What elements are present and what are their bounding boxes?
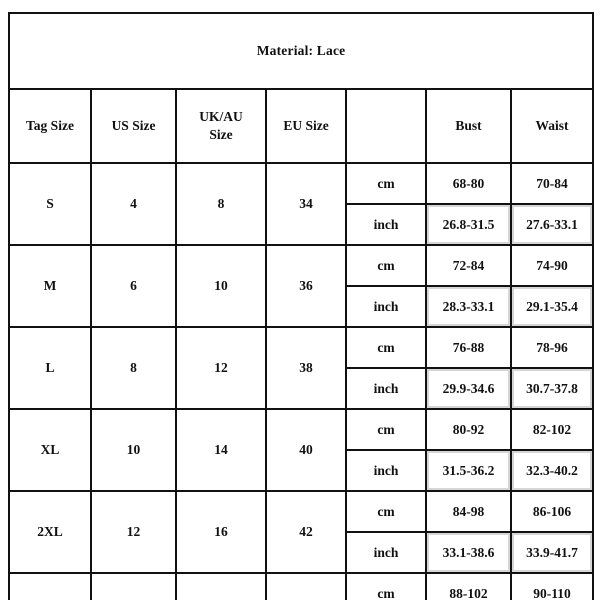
header-row: Tag Size US Size UK/AU Size EU Size Bust… [8, 88, 595, 164]
cell-eu-size: 36 [265, 244, 347, 328]
column-header-eu-size: EU Size [265, 88, 347, 164]
cell-bust-inch: 29.9-34.6 [425, 367, 512, 410]
column-header-unit [345, 88, 427, 164]
cell-bust-cm: 80-92 [425, 408, 512, 451]
cell-unit-cm: cm [345, 408, 427, 451]
cell-unit-cm: cm [345, 244, 427, 287]
column-header-us-size: US Size [90, 88, 177, 164]
size-chart-table: Material: Lace Tag Size US Size UK/AU Si… [7, 12, 595, 600]
table-row: XL 10 14 40 cm 80-92 82-102 [8, 408, 595, 492]
cell-us-size: 12 [90, 490, 177, 574]
cell-tag-size: S [8, 162, 92, 246]
column-header-uk-au-size: UK/AU Size [175, 88, 267, 164]
page-title: Material: Lace [7, 12, 595, 90]
cell-tag-size: L [8, 326, 92, 410]
cell-unit-cm: cm [345, 572, 427, 600]
column-header-tag-size: Tag Size [8, 88, 92, 164]
cell-bust-inch: 28.3-33.1 [425, 285, 512, 328]
table-row: M 6 10 36 cm 72-84 74-90 [8, 244, 595, 328]
cell-bust-cm: 88-102 [425, 572, 512, 600]
cell-us-size: 10 [90, 408, 177, 492]
table-row: 2XL 12 16 42 cm 84-98 86-106 [8, 490, 595, 574]
cell-unit-inch: inch [345, 203, 427, 246]
cell-waist-inch: 33.9-41.7 [509, 531, 595, 574]
cell-waist-inch: 27.6-33.1 [509, 203, 595, 246]
cell-waist-inch: 30.7-37.8 [509, 367, 595, 410]
cell-waist-cm: 90-110 [509, 572, 595, 600]
title-row: Material: Lace [7, 12, 595, 90]
cell-bust-inch: 31.5-36.2 [425, 449, 512, 492]
cell-eu-size: 44 [265, 572, 347, 600]
cell-eu-size: 40 [265, 408, 347, 492]
cell-unit-inch: inch [345, 531, 427, 574]
cell-unit-cm: cm [345, 326, 427, 369]
cell-tag-size: 2XL [8, 490, 92, 574]
cell-us-size: 14 [90, 572, 177, 600]
cell-waist-cm: 82-102 [509, 408, 595, 451]
cell-bust-inch: 26.8-31.5 [425, 203, 512, 246]
column-header-bust: Bust [425, 88, 512, 164]
cell-unit-inch: inch [345, 449, 427, 492]
table-row: 3XL 14 18 44 cm 88-102 90-110 [8, 572, 595, 600]
cell-tag-size: M [8, 244, 92, 328]
cell-us-size: 6 [90, 244, 177, 328]
cell-waist-inch: 29.1-35.4 [509, 285, 595, 328]
size-chart-root: Material: Lace Tag Size US Size UK/AU Si… [0, 0, 600, 600]
cell-eu-size: 34 [265, 162, 347, 246]
cell-bust-cm: 84-98 [425, 490, 512, 533]
column-header-uk-au-size-line1: UK/AU [199, 108, 243, 124]
cell-bust-inch: 33.1-38.6 [425, 531, 512, 574]
column-header-uk-au-size-line2: Size [209, 127, 233, 142]
column-header-waist: Waist [509, 88, 595, 164]
cell-waist-inch: 32.3-40.2 [509, 449, 595, 492]
table-row: L 8 12 38 cm 76-88 78-96 [8, 326, 595, 410]
cell-bust-cm: 72-84 [425, 244, 512, 287]
cell-eu-size: 38 [265, 326, 347, 410]
cell-bust-cm: 68-80 [425, 162, 512, 205]
cell-unit-inch: inch [345, 367, 427, 410]
cell-eu-size: 42 [265, 490, 347, 574]
cell-tag-size: 3XL [8, 572, 92, 600]
cell-uk-au-size: 12 [175, 326, 267, 410]
cell-bust-cm: 76-88 [425, 326, 512, 369]
cell-waist-cm: 70-84 [509, 162, 595, 205]
cell-uk-au-size: 8 [175, 162, 267, 246]
cell-waist-cm: 78-96 [509, 326, 595, 369]
table-row: S 4 8 34 cm 68-80 70-84 [8, 162, 595, 246]
cell-tag-size: XL [8, 408, 92, 492]
cell-us-size: 8 [90, 326, 177, 410]
cell-unit-cm: cm [345, 162, 427, 205]
cell-uk-au-size: 10 [175, 244, 267, 328]
cell-us-size: 4 [90, 162, 177, 246]
cell-unit-cm: cm [345, 490, 427, 533]
cell-unit-inch: inch [345, 285, 427, 328]
cell-uk-au-size: 16 [175, 490, 267, 574]
cell-waist-cm: 74-90 [509, 244, 595, 287]
cell-uk-au-size: 18 [175, 572, 267, 600]
cell-waist-cm: 86-106 [509, 490, 595, 533]
cell-uk-au-size: 14 [175, 408, 267, 492]
